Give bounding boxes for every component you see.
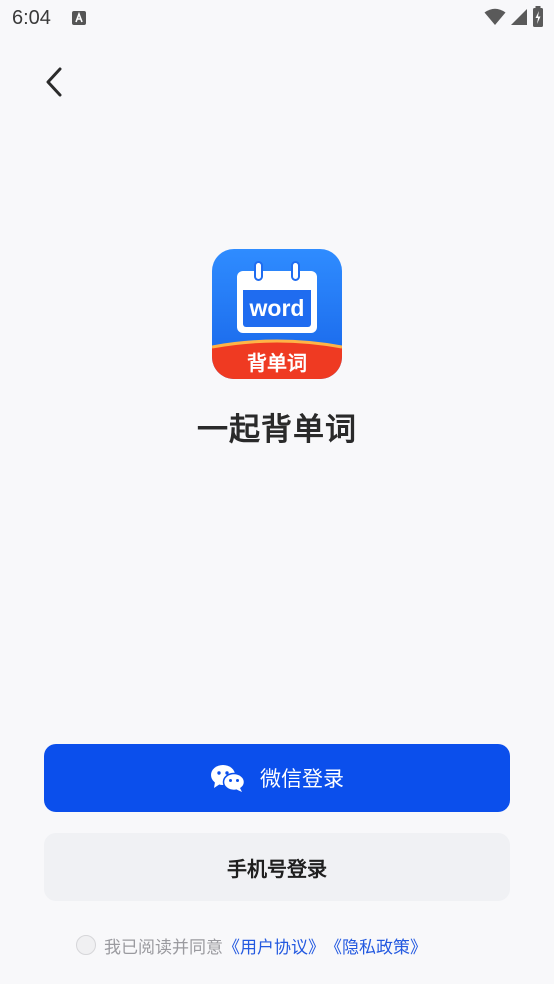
agree-checkbox[interactable] <box>76 935 96 955</box>
phone-login-label: 手机号登录 <box>227 856 327 881</box>
app-logo: word 背单词 <box>212 249 342 379</box>
wechat-icon <box>210 763 246 793</box>
logo-word-text: word <box>249 295 305 321</box>
privacy-policy-link[interactable]: 《隐私政策》 <box>325 933 427 958</box>
app-name: 一起背单词 <box>197 412 357 448</box>
wechat-login-label: 微信登录 <box>260 767 344 791</box>
status-time: 6:04 <box>12 7 51 29</box>
battery-charging-icon <box>532 6 544 32</box>
back-button[interactable] <box>32 60 76 108</box>
logo-ribbon-text: 背单词 <box>247 351 307 375</box>
accessibility-a-icon <box>72 11 86 25</box>
chevron-left-icon <box>43 66 65 102</box>
agreement-prefix: 我已阅读并同意 <box>104 937 223 958</box>
status-icons <box>484 6 544 32</box>
user-agreement-link[interactable]: 《用户协议》 <box>223 933 325 958</box>
agreement-row: 我已阅读并同意 《用户协议》 《隐私政策》 <box>76 932 427 958</box>
cell-signal-icon <box>510 8 528 30</box>
status-bar: 6:04 <box>0 0 554 38</box>
wifi-icon <box>484 8 506 30</box>
wechat-login-button[interactable]: 微信登录 <box>44 744 510 812</box>
phone-login-button[interactable]: 手机号登录 <box>44 833 510 901</box>
